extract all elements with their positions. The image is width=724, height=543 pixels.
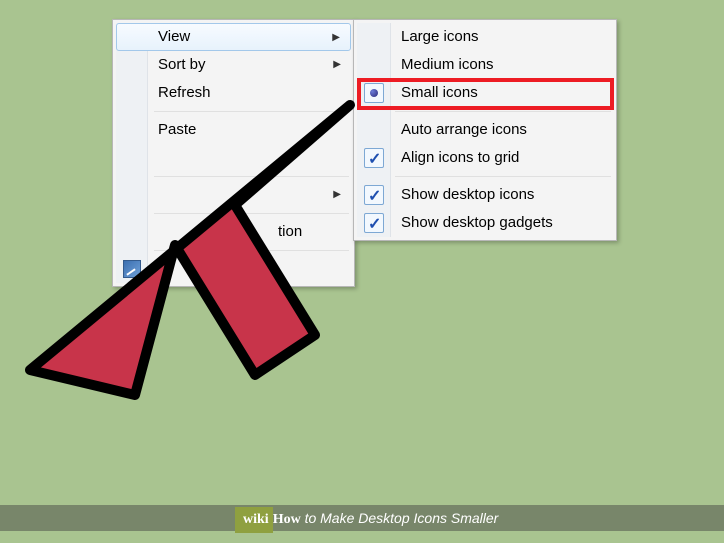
menu-label: Show desktop icons [401,186,534,203]
submenu-item-align-grid[interactable]: Align icons to grid [357,144,613,172]
menu-label: View [158,28,190,45]
menu-item-view[interactable]: View ▶ [116,23,351,51]
menu-label: Large icons [401,28,479,45]
chevron-right-icon: ▶ [332,24,340,52]
separator [154,213,349,214]
view-submenu: Large icons Medium icons Small icons Aut… [353,19,617,241]
check-icon [364,148,384,168]
submenu-item-auto-arrange[interactable]: Auto arrange icons [357,116,613,144]
menu-label: Medium icons [401,56,494,73]
separator [154,250,349,251]
menu-item-obscured[interactable] [116,144,351,172]
brand-how: How [273,512,301,527]
submenu-item-show-gadgets[interactable]: Show desktop gadgets [357,209,613,237]
menu-label: Paste [158,121,196,138]
submenu-item-medium-icons[interactable]: Medium icons [357,51,613,79]
separator [395,111,611,112]
menu-label: Sort by [158,56,206,73]
menu-label: Refresh [158,84,211,101]
desktop-context-menu: View ▶ Sort by ▶ Refresh Paste ▶ tion P … [112,19,355,287]
chevron-right-icon: ▶ [333,181,341,209]
submenu-item-large-icons[interactable]: Large icons [357,23,613,51]
check-icon [364,185,384,205]
menu-item-paste[interactable]: Paste [116,116,351,144]
submenu-item-small-icons[interactable]: Small icons [357,79,613,107]
submenu-item-show-desktop-icons[interactable]: Show desktop icons [357,181,613,209]
menu-label: Small icons [401,84,478,101]
menu-item-obscured-submenu[interactable]: ▶ [116,181,351,209]
separator [154,176,349,177]
menu-label: P lize [158,260,236,277]
brand-wiki: wiki [235,507,273,533]
bullet-icon [364,83,384,103]
menu-item-obscured-tion[interactable]: tion [116,218,351,246]
caption-bar: wikiHow to Make Desktop Icons Smaller [0,505,724,531]
separator [154,111,349,112]
menu-item-personalize[interactable]: P lize [116,255,351,283]
menu-item-sort-by[interactable]: Sort by ▶ [116,51,351,79]
personalize-icon [123,260,141,278]
separator [395,176,611,177]
menu-label: Align icons to grid [401,149,519,166]
chevron-right-icon: ▶ [333,51,341,79]
menu-label: tion [158,223,302,240]
check-icon [364,213,384,233]
caption-title: to Make Desktop Icons Smaller [301,510,499,526]
menu-label: Auto arrange icons [401,121,527,138]
menu-item-refresh[interactable]: Refresh [116,79,351,107]
menu-label: Show desktop gadgets [401,214,553,231]
